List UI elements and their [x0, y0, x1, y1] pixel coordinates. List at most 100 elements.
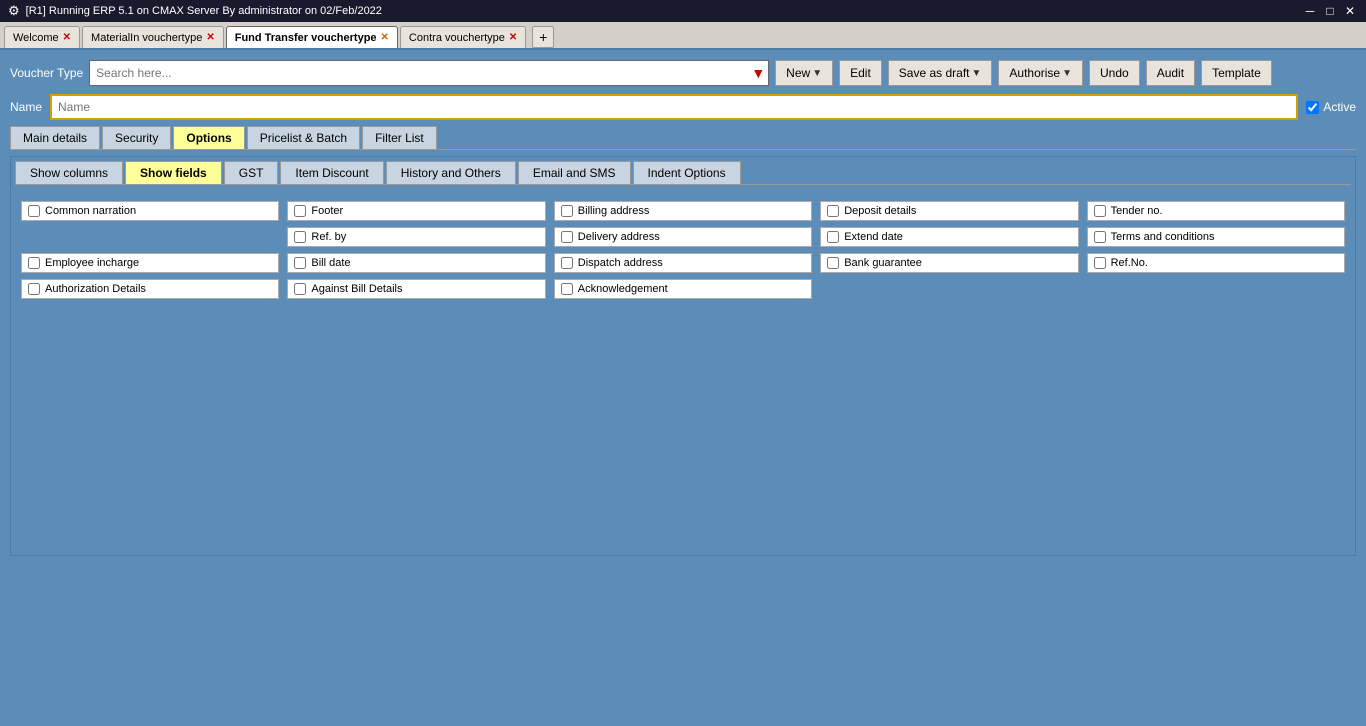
tab-contra[interactable]: Contra vouchertype ✕: [400, 26, 526, 48]
chk-billing-address-input[interactable]: [561, 205, 573, 217]
nav-tab-main-details[interactable]: Main details: [10, 126, 100, 149]
nav-tabs: Main details Security Options Pricelist …: [10, 126, 1356, 150]
sub-tab-show-fields[interactable]: Show fields: [125, 161, 222, 184]
checkbox-terms-conditions[interactable]: Terms and conditions: [1087, 227, 1345, 247]
checkbox-against-bill[interactable]: Against Bill Details: [287, 279, 545, 299]
audit-button[interactable]: Audit: [1146, 60, 1195, 86]
chk-extend-date-label: Extend date: [844, 231, 903, 243]
chk-footer-input[interactable]: [294, 205, 306, 217]
save-draft-button[interactable]: Save as draft ▼: [888, 60, 993, 86]
undo-button[interactable]: Undo: [1089, 60, 1140, 86]
chk-employee-incharge-input[interactable]: [28, 257, 40, 269]
chk-dispatch-address-input[interactable]: [561, 257, 573, 269]
chk-billing-address-label: Billing address: [578, 205, 650, 217]
tab-contra-label: Contra vouchertype: [409, 32, 505, 44]
empty-slot-2: [820, 279, 1078, 299]
save-draft-arrow[interactable]: ▼: [972, 68, 982, 79]
tab-welcome-label: Welcome: [13, 32, 59, 44]
chk-ref-by-label: Ref. by: [311, 231, 346, 243]
checkbox-bill-date[interactable]: Bill date: [287, 253, 545, 273]
authorise-arrow[interactable]: ▼: [1062, 68, 1072, 79]
chk-bank-guarantee-input[interactable]: [827, 257, 839, 269]
chk-extend-date-input[interactable]: [827, 231, 839, 243]
chk-ref-no-input[interactable]: [1094, 257, 1106, 269]
nav-tab-filterlist[interactable]: Filter List: [362, 126, 437, 149]
chk-bank-guarantee-label: Bank guarantee: [844, 257, 922, 269]
sub-tab-gst[interactable]: GST: [224, 161, 279, 184]
checkbox-dispatch-address[interactable]: Dispatch address: [554, 253, 812, 273]
title-bar-controls: ─ □ ✕: [1302, 3, 1358, 19]
tab-materialin[interactable]: MaterialIn vouchertype ✕: [82, 26, 224, 48]
chk-acknowledgement-input[interactable]: [561, 283, 573, 295]
add-tab-button[interactable]: +: [532, 26, 554, 48]
edit-button[interactable]: Edit: [839, 60, 882, 86]
tab-fundtransfer-label: Fund Transfer vouchertype: [235, 32, 377, 44]
sub-tab-show-columns[interactable]: Show columns: [15, 161, 123, 184]
tab-materialin-close[interactable]: ✕: [206, 32, 214, 43]
name-input[interactable]: [50, 94, 1298, 120]
checkbox-grid: Common narration Footer Billing address …: [15, 195, 1351, 305]
sub-tab-indent-options[interactable]: Indent Options: [633, 161, 741, 184]
sub-tab-email-sms[interactable]: Email and SMS: [518, 161, 631, 184]
save-draft-label: Save as draft: [899, 66, 970, 80]
checkbox-footer[interactable]: Footer: [287, 201, 545, 221]
checkbox-extend-date[interactable]: Extend date: [820, 227, 1078, 247]
empty-slot-1: [21, 227, 279, 247]
chk-terms-input[interactable]: [1094, 231, 1106, 243]
checkbox-bank-guarantee[interactable]: Bank guarantee: [820, 253, 1078, 273]
tab-fundtransfer-close[interactable]: ✕: [381, 32, 389, 43]
new-dropdown-arrow[interactable]: ▼: [812, 68, 822, 79]
sub-tab-item-discount[interactable]: Item Discount: [280, 161, 383, 184]
maximize-button[interactable]: □: [1322, 3, 1338, 19]
tab-fundtransfer[interactable]: Fund Transfer vouchertype ✕: [226, 26, 398, 48]
chk-acknowledgement-label: Acknowledgement: [578, 283, 668, 295]
chk-auth-details-label: Authorization Details: [45, 283, 146, 295]
content-panel: Show columns Show fields GST Item Discou…: [10, 156, 1356, 556]
voucher-search-input[interactable]: [89, 60, 769, 86]
checkbox-tender-no[interactable]: Tender no.: [1087, 201, 1345, 221]
template-label: Template: [1212, 66, 1261, 80]
nav-tab-pricelist[interactable]: Pricelist & Batch: [247, 126, 360, 149]
chk-delivery-address-label: Delivery address: [578, 231, 660, 243]
name-label: Name: [10, 100, 42, 114]
chk-deposit-details-label: Deposit details: [844, 205, 916, 217]
checkbox-common-narration[interactable]: Common narration: [21, 201, 279, 221]
sub-tabs: Show columns Show fields GST Item Discou…: [15, 161, 1351, 185]
minimize-button[interactable]: ─: [1302, 3, 1318, 19]
checkbox-deposit-details[interactable]: Deposit details: [820, 201, 1078, 221]
chk-against-bill-input[interactable]: [294, 283, 306, 295]
close-button[interactable]: ✕: [1342, 3, 1358, 19]
nav-tab-options[interactable]: Options: [173, 126, 244, 149]
title-bar-left: ⚙ [R1] Running ERP 5.1 on CMAX Server By…: [8, 3, 382, 19]
tab-contra-close[interactable]: ✕: [509, 32, 517, 43]
nav-tab-security[interactable]: Security: [102, 126, 171, 149]
tab-welcome[interactable]: Welcome ✕: [4, 26, 80, 48]
active-checkbox-container: Active: [1306, 100, 1356, 114]
app-icon: ⚙: [8, 3, 20, 19]
chk-common-narration-input[interactable]: [28, 205, 40, 217]
checkbox-employee-incharge[interactable]: Employee incharge: [21, 253, 279, 273]
chk-bill-date-label: Bill date: [311, 257, 350, 269]
chk-bill-date-input[interactable]: [294, 257, 306, 269]
checkbox-acknowledgement[interactable]: Acknowledgement: [554, 279, 812, 299]
new-button[interactable]: New ▼: [775, 60, 833, 86]
chk-tender-no-input[interactable]: [1094, 205, 1106, 217]
checkbox-delivery-address[interactable]: Delivery address: [554, 227, 812, 247]
checkbox-ref-no[interactable]: Ref.No.: [1087, 253, 1345, 273]
sub-tab-history[interactable]: History and Others: [386, 161, 516, 184]
name-row: Name Active: [10, 94, 1356, 120]
checkbox-billing-address[interactable]: Billing address: [554, 201, 812, 221]
empty-slot-3: [1087, 279, 1345, 299]
template-button[interactable]: Template: [1201, 60, 1272, 86]
chk-deposit-details-input[interactable]: [827, 205, 839, 217]
chk-auth-details-input[interactable]: [28, 283, 40, 295]
chk-ref-by-input[interactable]: [294, 231, 306, 243]
checkbox-authorization-details[interactable]: Authorization Details: [21, 279, 279, 299]
chk-delivery-address-input[interactable]: [561, 231, 573, 243]
authorise-button[interactable]: Authorise ▼: [998, 60, 1083, 86]
active-checkbox[interactable]: [1306, 101, 1319, 114]
toolbar: Voucher Type ▼ New ▼ Edit Save as draft …: [10, 60, 1356, 86]
checkbox-ref-by[interactable]: Ref. by: [287, 227, 545, 247]
new-button-label: New: [786, 66, 810, 80]
tab-welcome-close[interactable]: ✕: [63, 32, 71, 43]
